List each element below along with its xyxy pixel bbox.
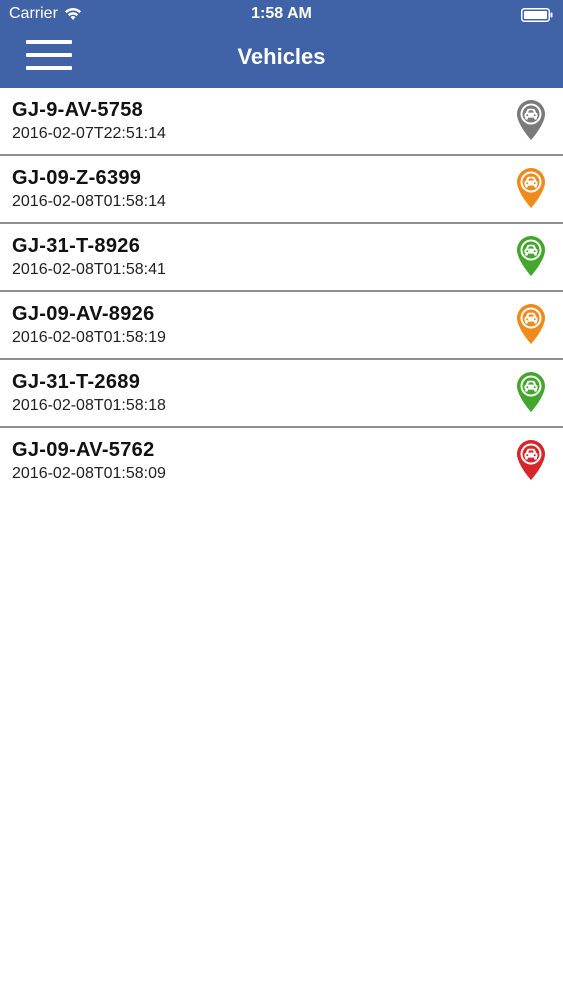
vehicle-list: GJ-9-AV-5758 2016-02-07T22:51:14 GJ-09-Z… <box>0 88 563 496</box>
top-bar: Carrier 1:58 AM Vehicles <box>0 0 563 88</box>
vehicle-timestamp: 2016-02-08T01:58:19 <box>12 329 166 346</box>
vehicle-row[interactable]: GJ-09-Z-6399 2016-02-08T01:58:14 <box>0 156 563 224</box>
vehicle-plate: GJ-31-T-2689 <box>12 371 141 393</box>
status-time: 1:58 AM <box>251 5 312 22</box>
battery-icon <box>521 8 553 22</box>
vehicle-timestamp: 2016-02-08T01:58:41 <box>12 261 166 278</box>
vehicle-timestamp: 2016-02-08T01:58:09 <box>12 465 166 482</box>
vehicle-row[interactable]: GJ-31-T-2689 2016-02-08T01:58:18 <box>0 360 563 428</box>
vehicle-timestamp: 2016-02-07T22:51:14 <box>12 125 166 142</box>
vehicle-plate: GJ-9-AV-5758 <box>12 99 144 121</box>
vehicle-timestamp: 2016-02-08T01:58:18 <box>12 397 166 414</box>
vehicle-plate: GJ-09-AV-5762 <box>12 439 155 461</box>
status-bar: Carrier 1:58 AM <box>0 0 563 30</box>
vehicle-plate: GJ-09-AV-8926 <box>12 303 155 325</box>
vehicle-plate: GJ-09-Z-6399 <box>12 167 142 189</box>
car-location-pin-icon <box>514 369 548 413</box>
car-location-pin-icon <box>514 437 548 481</box>
page-title: Vehicles <box>237 44 326 69</box>
vehicle-row[interactable]: GJ-31-T-8926 2016-02-08T01:58:41 <box>0 224 563 292</box>
vehicle-row[interactable]: GJ-9-AV-5758 2016-02-07T22:51:14 <box>0 88 563 156</box>
navigation-bar: Vehicles <box>0 30 563 88</box>
vehicle-row[interactable]: GJ-09-AV-8926 2016-02-08T01:58:19 <box>0 292 563 360</box>
car-location-pin-icon <box>514 165 548 209</box>
vehicle-row[interactable]: GJ-09-AV-5762 2016-02-08T01:58:09 <box>0 428 563 496</box>
car-location-pin-icon <box>514 301 548 345</box>
vehicle-plate: GJ-31-T-8926 <box>12 235 141 257</box>
car-location-pin-icon <box>514 97 548 141</box>
car-location-pin-icon <box>514 233 548 277</box>
vehicle-timestamp: 2016-02-08T01:58:14 <box>12 193 166 210</box>
